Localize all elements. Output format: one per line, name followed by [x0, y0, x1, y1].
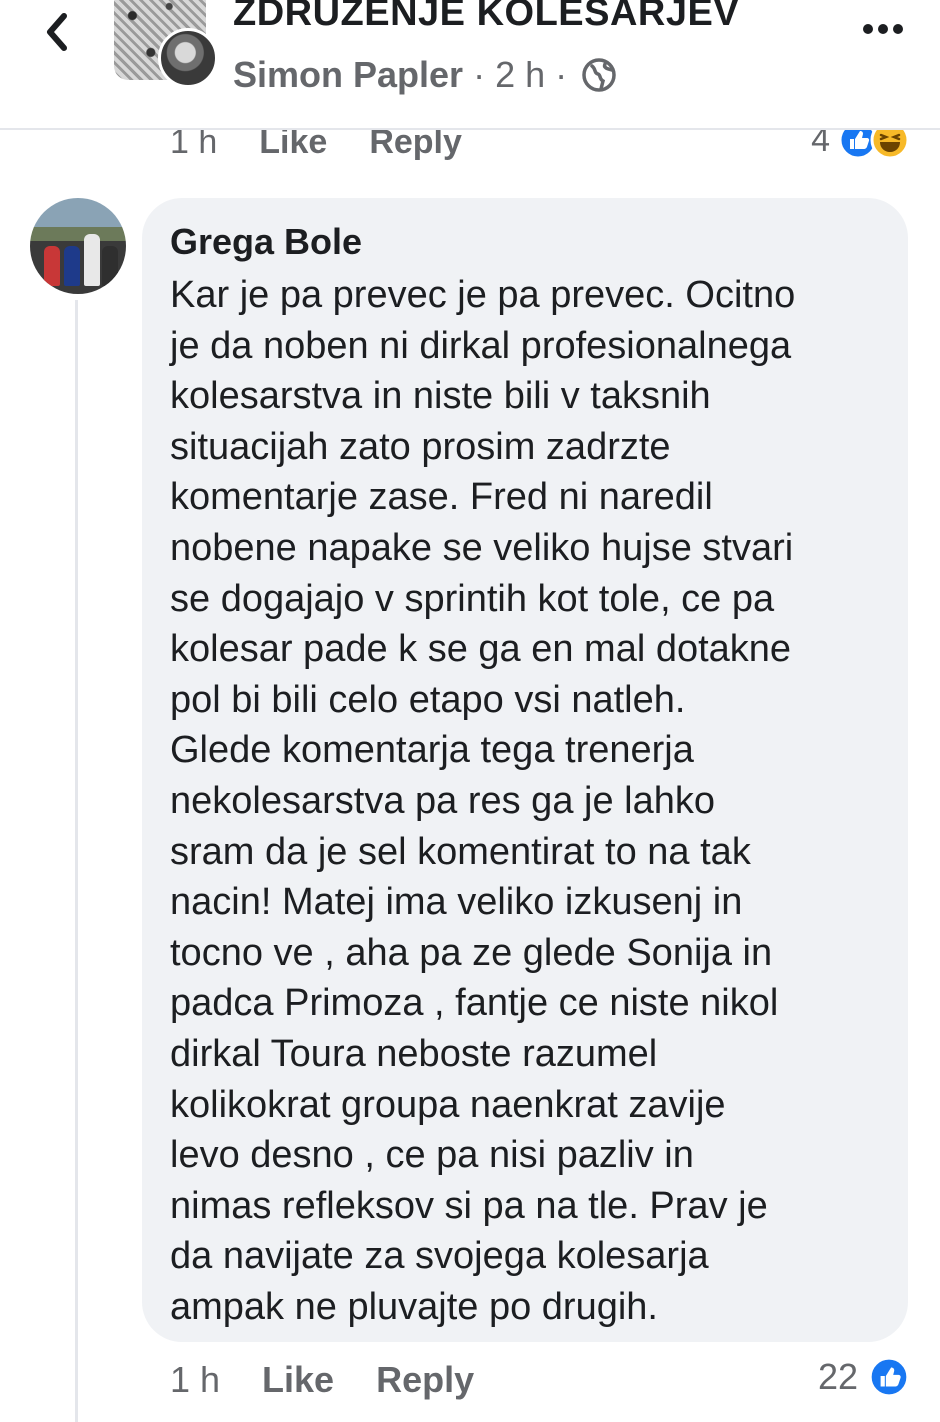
- comment-line: kolikokrat groupa naenkrat zavije: [170, 1083, 726, 1126]
- comment-line: se dogajajo v sprintih kot tole, ce pa: [170, 577, 775, 620]
- chevron-left-icon: [47, 13, 67, 51]
- comment-bubble: Grega Bole Kar je pa prevec je pa prevec…: [142, 198, 908, 1342]
- more-options-button[interactable]: [860, 14, 906, 44]
- like-reaction-icon: [868, 1356, 910, 1398]
- back-button[interactable]: [36, 8, 80, 52]
- thread-line: [75, 300, 78, 1422]
- globe-icon: [582, 58, 616, 92]
- commenter-avatar[interactable]: [30, 198, 126, 294]
- comment-line: levo desno , ce pa nisi pazliv in: [170, 1134, 694, 1177]
- comment-text: Kar je pa prevec je pa prevec. Ocitno je…: [170, 270, 880, 1332]
- post-header: ZDRUZENJE KOLESARJEV Simon Papler · 2 h …: [0, 0, 940, 130]
- author-avatar[interactable]: [158, 28, 218, 88]
- group-name[interactable]: ZDRUZENJE KOLESARJEV: [233, 0, 739, 35]
- meta-separator: ·: [473, 54, 486, 95]
- comment-line: ampak ne pluvajte po drugih.: [170, 1285, 658, 1328]
- comment-line: nacin! Matej ima veliko izkusenj in: [170, 881, 743, 924]
- comment-line: nimas refleksov si pa na tle. Prav je: [170, 1184, 768, 1227]
- post-time[interactable]: 2 h: [495, 54, 545, 96]
- comment-line: kolesar pade k se ga en mal dotakne: [170, 628, 792, 671]
- comment-line: sram da je sel komentirat to na tak: [170, 830, 751, 873]
- comment-line: tocno ve , aha pa ze glede Sonija in: [170, 931, 773, 974]
- comment-line: kolesarstva in niste bili v taksnih: [170, 375, 711, 418]
- comment-line: je da noben ni dirkal profesionalnega: [170, 324, 792, 367]
- comment-line: padca Primoza , fantje ce niste nikol: [170, 982, 779, 1025]
- comment-line: situacijah zato prosim zadrzte: [170, 425, 671, 468]
- comment-line: dirkal Toura neboste razumel: [170, 1032, 658, 1075]
- comment-actions: 1 h Like Reply 22: [170, 1356, 910, 1404]
- meta-separator-2: ·: [555, 54, 568, 95]
- post-author[interactable]: Simon Papler: [233, 54, 463, 96]
- comment-reactions[interactable]: 22: [818, 1356, 910, 1398]
- like-button[interactable]: Like: [262, 1359, 334, 1401]
- commenter-name[interactable]: Grega Bole: [170, 220, 880, 264]
- post-meta: Simon Papler · 2 h ·: [233, 54, 617, 96]
- more-horizontal-icon: [863, 24, 903, 34]
- comment-time[interactable]: 1 h: [170, 1359, 220, 1401]
- comment-line: nobene napake se veliko hujse stvari: [170, 526, 794, 569]
- comment-line: Kar je pa prevec je pa prevec. Ocitno: [170, 274, 796, 316]
- comment-line: Glede komentarja tega trenerja: [170, 729, 694, 772]
- comment-line: da navijate za svojega kolesarja: [170, 1235, 709, 1278]
- comment-line: komentarje zase. Fred ni naredil: [170, 476, 713, 519]
- comment-line: pol bi bili celo etapo vsi natleh.: [170, 678, 686, 721]
- reply-button[interactable]: Reply: [376, 1359, 474, 1401]
- comment-line: nekolesarstva pa res ga je lahko: [170, 779, 715, 822]
- reaction-count: 22: [817, 1356, 858, 1397]
